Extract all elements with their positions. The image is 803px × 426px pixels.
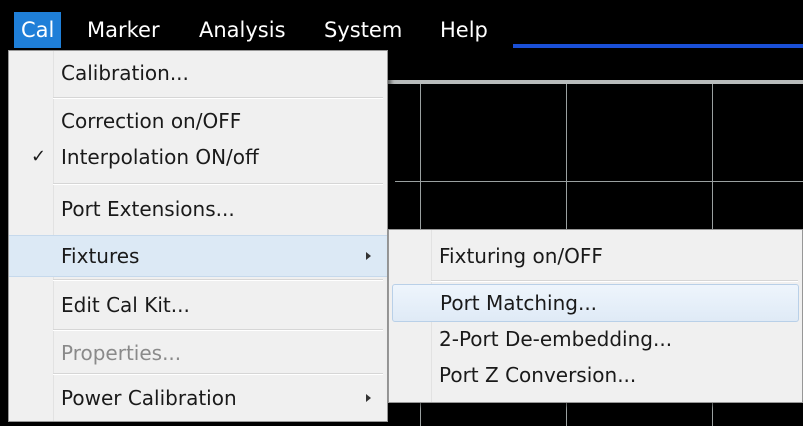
menu-item-edit-cal-kit[interactable]: Edit Cal Kit... (9, 283, 387, 327)
menu-item-label: 2-Port De-embedding... (439, 327, 673, 351)
menu-item-calibration[interactable]: Calibration... (9, 51, 387, 95)
cal-dropdown-menu: Calibration... Correction on/OFF ✓ Inter… (8, 50, 388, 422)
menu-item-label: Calibration... (61, 61, 189, 85)
menu-item-label: Port Extensions... (61, 197, 235, 221)
menu-item-port-extensions[interactable]: Port Extensions... (9, 187, 387, 231)
menu-cal[interactable]: Cal (14, 12, 62, 48)
menu-item-label: Interpolation ON/off (61, 145, 259, 169)
menu-help[interactable]: Help (433, 12, 495, 48)
menu-item-label: Port Matching... (440, 291, 598, 315)
submenu-item-fixturing[interactable]: Fixturing on/OFF (389, 234, 802, 278)
menu-separator (53, 373, 383, 375)
menu-system[interactable]: System (317, 12, 409, 48)
menu-analysis[interactable]: Analysis (192, 12, 293, 48)
menu-separator (53, 97, 383, 99)
menu-item-properties: Properties... (9, 333, 387, 373)
menu-item-label: Fixtures (61, 244, 140, 268)
submenu-item-port-matching[interactable]: Port Matching... (392, 284, 799, 322)
menu-item-label: Port Z Conversion... (439, 363, 637, 387)
submenu-arrow-icon (366, 252, 371, 260)
submenu-item-2port-deembedding[interactable]: 2-Port De-embedding... (389, 321, 802, 357)
grid-top-border (380, 80, 803, 84)
menu-separator (53, 183, 383, 185)
menu-separator (53, 279, 383, 281)
menu-item-power-calibration[interactable]: Power Calibration (9, 377, 387, 419)
submenu-item-port-z-conversion[interactable]: Port Z Conversion... (389, 356, 802, 394)
menu-item-interpolation[interactable]: ✓ Interpolation ON/off (9, 137, 387, 177)
title-accent-line (513, 44, 803, 48)
menu-item-label: Power Calibration (61, 386, 237, 410)
menu-marker[interactable]: Marker (80, 12, 167, 48)
menu-item-fixtures[interactable]: Fixtures (9, 235, 387, 277)
submenu-arrow-icon (366, 394, 371, 402)
grid-line (395, 181, 803, 182)
menu-separator (431, 280, 798, 282)
checkmark-icon: ✓ (31, 146, 47, 167)
menu-item-label: Edit Cal Kit... (61, 293, 190, 317)
menu-item-label: Properties... (61, 341, 182, 365)
fixtures-submenu: Fixturing on/OFF Port Matching... 2-Port… (388, 229, 803, 403)
menu-item-correction[interactable]: Correction on/OFF (9, 101, 387, 141)
menu-item-label: Correction on/OFF (61, 109, 242, 133)
menu-separator (53, 329, 383, 331)
menu-bar: Cal Marker Analysis System Help (0, 0, 803, 52)
menu-item-label: Fixturing on/OFF (439, 244, 603, 268)
